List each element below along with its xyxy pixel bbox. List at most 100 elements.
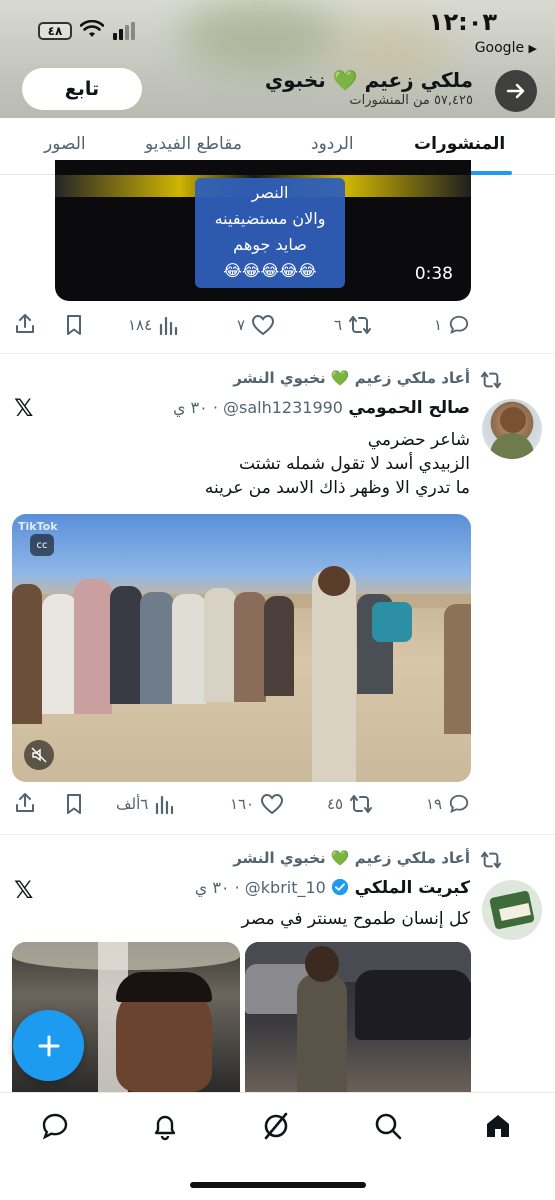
reply-icon bbox=[449, 794, 469, 813]
tab-photos[interactable]: الصور bbox=[44, 134, 86, 154]
header-banner-blur bbox=[180, 0, 340, 70]
x-logo-icon: 𝕏 bbox=[14, 394, 34, 422]
video-person-head bbox=[318, 566, 350, 596]
post-text-line: كل إنسان طموح يسنتر في مصر bbox=[241, 909, 470, 929]
search-icon[interactable] bbox=[373, 1111, 403, 1141]
back-to-app-label: Google bbox=[474, 40, 525, 56]
repost-indicator-icon bbox=[480, 851, 502, 869]
arrow-right-icon bbox=[506, 83, 525, 99]
author-avatar[interactable] bbox=[482, 880, 542, 940]
author-name[interactable]: كبريت الملكي bbox=[355, 878, 470, 898]
author-avatar[interactable] bbox=[482, 399, 542, 459]
post-divider bbox=[0, 834, 555, 835]
video-duration: 0:38 bbox=[414, 264, 453, 284]
author-line: صالح الحمومي ‎@salh1231990 · ٣٠ ي bbox=[173, 398, 470, 418]
video-caption-line: والان مستضيفينه bbox=[214, 209, 326, 228]
like-count: ٧ bbox=[237, 316, 246, 334]
video-person bbox=[312, 569, 356, 782]
image-hair bbox=[116, 972, 212, 1002]
bookmark-icon[interactable] bbox=[63, 314, 85, 336]
post-count: ٥٧,٤٢٥ من المنشورات bbox=[349, 93, 473, 108]
profile-header: ٤٨ ١٢:٠٣ Google ▶ تابع ملكي زعيم 💚 نخبوي… bbox=[0, 0, 555, 118]
video-caption: النصر والان مستضيفينه صايد جوهم 😂😂😂😂😂 bbox=[175, 180, 365, 284]
battery-level: ٤٨ bbox=[47, 24, 63, 38]
video-car bbox=[372, 602, 412, 642]
author-handle-time: ‎@kbrit_10 · ٣٠ ي bbox=[194, 878, 326, 897]
repost-context[interactable]: أعاد ملكي زعيم 💚 نخبوي النشر bbox=[233, 849, 470, 867]
video-bystander bbox=[444, 604, 471, 734]
repost-button[interactable]: ٦ bbox=[334, 314, 372, 336]
messages-icon[interactable] bbox=[40, 1111, 70, 1141]
heart-icon bbox=[252, 314, 275, 336]
view-count: ٦ألف bbox=[116, 795, 149, 813]
tab-replies[interactable]: الردود bbox=[311, 134, 354, 154]
repost-count: ٦ bbox=[334, 316, 343, 334]
back-to-app-link[interactable]: Google ▶ bbox=[475, 40, 537, 56]
x-logo-icon: 𝕏 bbox=[14, 876, 34, 904]
compose-button[interactable] bbox=[13, 1010, 84, 1081]
like-button[interactable]: ١٦٠ bbox=[230, 793, 284, 815]
image-car bbox=[355, 970, 471, 1040]
image-person-head bbox=[305, 946, 339, 982]
repost-indicator-icon bbox=[480, 371, 502, 389]
reply-button[interactable]: ١ bbox=[434, 314, 470, 336]
signal-icon bbox=[113, 22, 135, 40]
post-text: كل إنسان طموح يسنتر في مصر bbox=[242, 907, 470, 931]
views-chart-icon bbox=[160, 316, 178, 336]
repost-button[interactable]: ٤٥ bbox=[327, 793, 373, 815]
repost-icon bbox=[350, 795, 373, 813]
views-button[interactable]: ٦ألف bbox=[116, 793, 176, 815]
share-icon[interactable] bbox=[14, 313, 36, 335]
post-video[interactable]: TikTok cc bbox=[12, 514, 471, 782]
home-icon[interactable] bbox=[483, 1111, 513, 1141]
post-image[interactable] bbox=[245, 942, 471, 1092]
post-text-line: الزبيدي أسد لا تقول شمله تشتت bbox=[239, 454, 470, 474]
profile-name: ملكي زعيم 💚 نخبوي bbox=[264, 68, 473, 92]
repost-icon bbox=[349, 316, 372, 334]
muted-speaker-icon bbox=[31, 747, 47, 763]
captions-icon[interactable]: cc bbox=[30, 534, 54, 556]
video-caption-line: صايد جوهم bbox=[233, 235, 307, 254]
back-button[interactable] bbox=[495, 70, 537, 112]
view-count: ١٨٤ bbox=[128, 316, 153, 334]
video-watermark: TikTok bbox=[18, 520, 58, 533]
video-caption-line: النصر bbox=[251, 183, 289, 202]
video-caption-line: 😂😂😂😂😂 bbox=[223, 261, 317, 280]
avatar-body bbox=[490, 433, 534, 459]
back-arrow-small-icon: ▶ bbox=[528, 42, 537, 55]
reply-count: ١٩ bbox=[426, 795, 443, 813]
heart-icon bbox=[261, 793, 284, 815]
bookmark-icon[interactable] bbox=[63, 793, 85, 815]
avatar-face bbox=[500, 407, 526, 433]
views-button[interactable]: ١٨٤ bbox=[128, 314, 180, 336]
like-button[interactable]: ٧ bbox=[237, 314, 275, 336]
follow-button[interactable]: تابع bbox=[22, 68, 142, 110]
post-divider bbox=[0, 353, 555, 354]
grok-icon[interactable] bbox=[261, 1111, 291, 1141]
image-person bbox=[297, 974, 347, 1092]
repost-count: ٤٥ bbox=[327, 795, 344, 813]
post-text-line: ما تدري الا وظهر ذاك الاسد من عرينه bbox=[204, 478, 470, 498]
reply-count: ١ bbox=[434, 316, 443, 334]
mute-button[interactable] bbox=[24, 740, 54, 770]
author-line: كبريت الملكي ‎@kbrit_10 · ٣٠ ي bbox=[195, 878, 470, 898]
share-icon[interactable] bbox=[14, 792, 36, 814]
post-text: شاعر حضرمي الزبيدي أسد لا تقول شمله تشتت… bbox=[205, 428, 470, 500]
notifications-bell-icon[interactable] bbox=[150, 1111, 180, 1141]
tab-posts[interactable]: المنشورات bbox=[414, 134, 505, 154]
like-count: ١٦٠ bbox=[230, 795, 255, 813]
post-text-line: شاعر حضرمي bbox=[367, 430, 470, 450]
repost-context[interactable]: أعاد ملكي زعيم 💚 نخبوي النشر bbox=[233, 369, 470, 387]
plus-icon bbox=[38, 1035, 59, 1056]
status-time: ١٢:٠٣ bbox=[428, 8, 497, 36]
wifi-icon bbox=[80, 20, 104, 37]
reply-button[interactable]: ١٩ bbox=[426, 793, 470, 815]
tab-videos[interactable]: مقاطع الفيديو bbox=[145, 134, 242, 154]
author-handle-time: ‎@salh1231990 · ٣٠ ي bbox=[172, 398, 343, 417]
reply-icon bbox=[449, 315, 469, 334]
views-chart-icon bbox=[156, 795, 174, 815]
battery-icon: ٤٨ bbox=[38, 22, 72, 40]
post-video[interactable]: النصر والان مستضيفينه صايد جوهم 😂😂😂😂😂 0:… bbox=[55, 160, 471, 301]
author-name[interactable]: صالح الحمومي bbox=[348, 398, 470, 418]
verified-badge-icon bbox=[332, 878, 349, 896]
